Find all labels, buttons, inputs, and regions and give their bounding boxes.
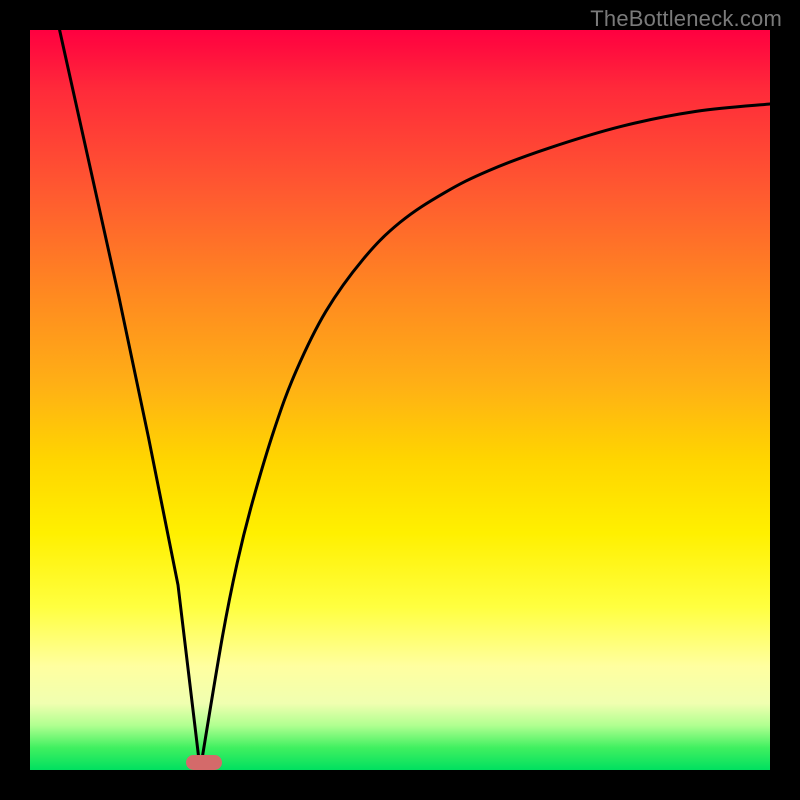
curve-right-branch	[200, 104, 770, 770]
curve-group	[60, 30, 770, 770]
curve-svg	[30, 30, 770, 770]
curve-left-branch	[60, 30, 201, 770]
watermark-text: TheBottleneck.com	[590, 6, 782, 32]
plot-area	[30, 30, 770, 770]
chart-frame: TheBottleneck.com	[0, 0, 800, 800]
minimum-marker	[186, 755, 222, 770]
